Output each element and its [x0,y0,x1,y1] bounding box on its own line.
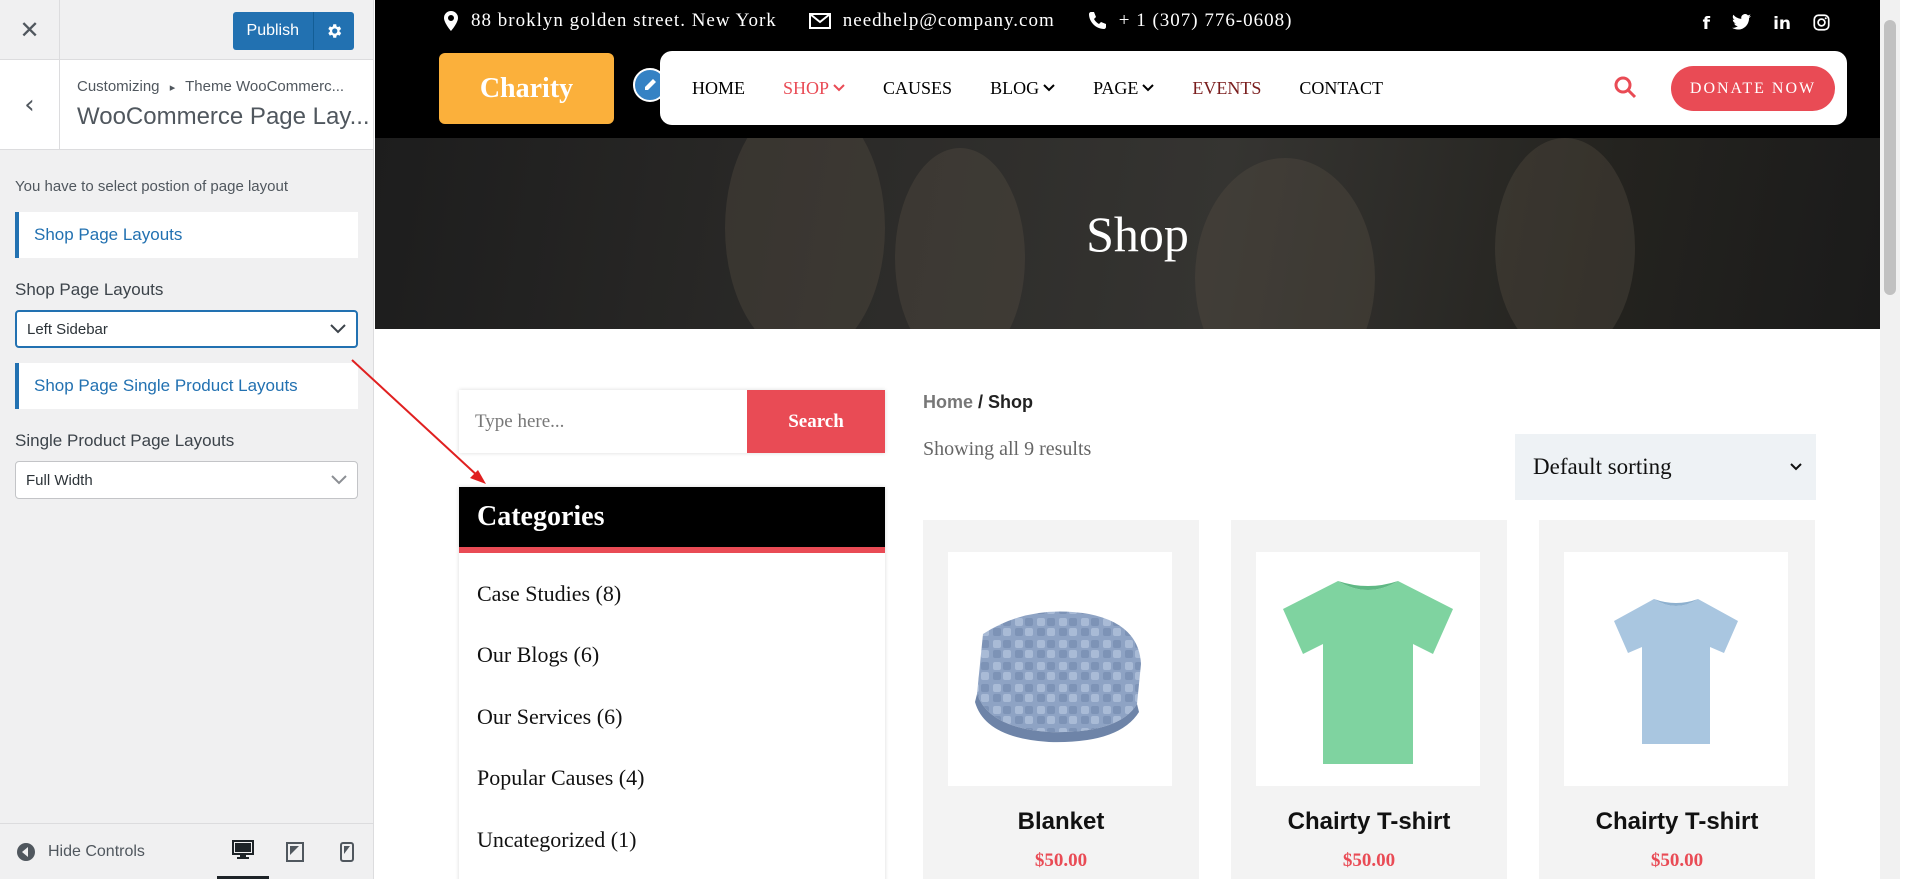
product-card[interactable]: Chairty T-shirt $50.00 [1231,520,1507,879]
instagram-icon[interactable] [1813,14,1830,36]
sorting-select[interactable]: Default sorting [1515,434,1816,500]
tablet-icon[interactable] [269,824,321,879]
page-title: Shop [1086,205,1189,262]
facebook-icon[interactable]: f [1703,14,1710,36]
category-link[interactable]: Our Services (6) [477,686,885,748]
results-count: Showing all 9 results [923,438,1092,460]
product-card[interactable]: Blanket $50.00 [923,520,1199,879]
product-name[interactable]: Chairty T-shirt [1539,808,1815,836]
contact-bar: 88 broklyn golden street. New York needh… [443,10,1325,32]
site-header: 88 broklyn golden street. New York needh… [375,0,1900,138]
chevron-down-icon [331,475,347,485]
back-arrow-icon[interactable]: ‹ [0,60,60,149]
single-product-layouts-heading: Shop Page Single Product Layouts [15,363,358,409]
product-price: $50.00 [1034,850,1088,871]
phone-icon [1088,12,1106,29]
product-card[interactable]: Chairty T-shirt $50.00 [1539,520,1815,879]
section-header: ‹ Customizing ▸ Theme WooCommerc... WooC… [0,60,373,150]
chevron-down-icon [833,84,845,92]
shop-layout-value: Left Sidebar [27,320,108,338]
search-icon[interactable] [1613,75,1637,104]
nav-contact[interactable]: CONTACT [1299,78,1383,99]
single-product-layouts-label: Single Product Page Layouts [15,431,235,450]
phone-text[interactable]: + 1 (307) 776-0608) [1119,10,1293,32]
section-description: You have to select postion of page layou… [15,178,288,195]
address-text: 88 broklyn golden street. New York [471,10,777,31]
breadcrumb-separator: ▸ [169,82,176,94]
section-title: WooCommerce Page Lay... [77,103,370,130]
collapse-icon [17,842,35,861]
product-image[interactable] [948,552,1172,786]
breadcrumb-prefix: Customizing [77,78,160,95]
category-link[interactable]: Uncategorized (1) [477,809,885,871]
search-button[interactable]: Search [747,390,885,453]
nav-shop[interactable]: SHOP [783,78,845,99]
product-price: $50.00 [1342,850,1396,871]
breadcrumb-section: Theme WooCommerc... [185,78,345,95]
breadcrumb-home[interactable]: Home [923,392,973,412]
customizer-header: ✕ Publish [0,0,373,60]
product-name[interactable]: Blanket [923,808,1199,836]
shop-layout-select[interactable]: Left Sidebar [15,310,358,348]
shop-layouts-label: Shop Page Layouts [15,280,164,299]
device-switcher [217,824,373,879]
category-link[interactable]: Popular Causes (4) [477,748,885,810]
category-link[interactable]: Our Blogs (6) [477,625,885,687]
donate-now-button[interactable]: DONATE NOW [1671,66,1835,111]
hide-controls-button[interactable]: Hide Controls [16,842,145,862]
product-price: $50.00 [1650,850,1704,871]
desktop-icon[interactable] [217,824,269,879]
customizer-footer: Hide Controls [0,823,373,879]
gear-icon[interactable] [314,12,354,50]
product-name[interactable]: Chairty T-shirt [1231,808,1507,836]
nav-blog[interactable]: BLOG [990,78,1055,99]
categories-widget: Categories Case Studies (8) Our Blogs (6… [459,487,885,879]
hide-controls-label: Hide Controls [48,842,145,860]
main-navigation: HOME SHOP CAUSES BLOG PAGE EVENTS CONTAC… [660,51,1847,125]
email-link[interactable]: needhelp@company.com [843,10,1055,32]
single-product-layout-select[interactable]: Full Width [15,461,358,499]
page-banner: Shop [375,138,1900,329]
mobile-icon[interactable] [321,824,373,879]
sorting-value: Default sorting [1533,454,1672,479]
product-image[interactable] [1564,552,1788,786]
shop-layouts-heading: Shop Page Layouts [15,212,358,258]
category-link[interactable]: Case Studies (8) [477,563,885,625]
twitter-icon[interactable] [1732,14,1752,36]
customizer-panel: ✕ Publish ‹ Customizing ▸ Theme WooComme… [0,0,374,879]
search-input[interactable]: Type here... [459,390,747,453]
customizer-breadcrumb: Customizing ▸ Theme WooCommerc... [77,78,370,95]
nav-causes[interactable]: CAUSES [883,78,952,99]
shop-breadcrumb: Home / Shop [923,392,1034,412]
single-product-layout-value: Full Width [26,471,93,489]
social-links: f in [1703,14,1830,36]
linkedin-icon[interactable]: in [1773,14,1791,36]
search-widget: Type here... Search [459,390,885,453]
publish-button[interactable]: Publish [232,12,314,50]
site-preview: 88 broklyn golden street. New York needh… [375,0,1900,879]
product-image[interactable] [1256,552,1480,786]
chevron-down-icon [1142,84,1155,92]
scrollbar-thumb[interactable] [1884,20,1896,295]
nav-events[interactable]: EVENTS [1192,78,1261,99]
envelope-icon [808,13,831,29]
scrollbar[interactable] [1880,0,1900,879]
categories-title: Categories [459,487,885,553]
nav-page[interactable]: PAGE [1093,78,1155,99]
breadcrumb-current: Shop [988,392,1034,412]
chevron-down-icon [330,324,346,334]
close-icon[interactable]: ✕ [0,0,60,60]
publish-group: Publish [232,12,354,50]
chevron-down-icon [1043,84,1055,92]
site-logo[interactable]: Charity [439,53,614,124]
location-pin-icon [444,11,458,31]
nav-home[interactable]: HOME [692,78,745,99]
chevron-down-icon [1790,463,1802,471]
